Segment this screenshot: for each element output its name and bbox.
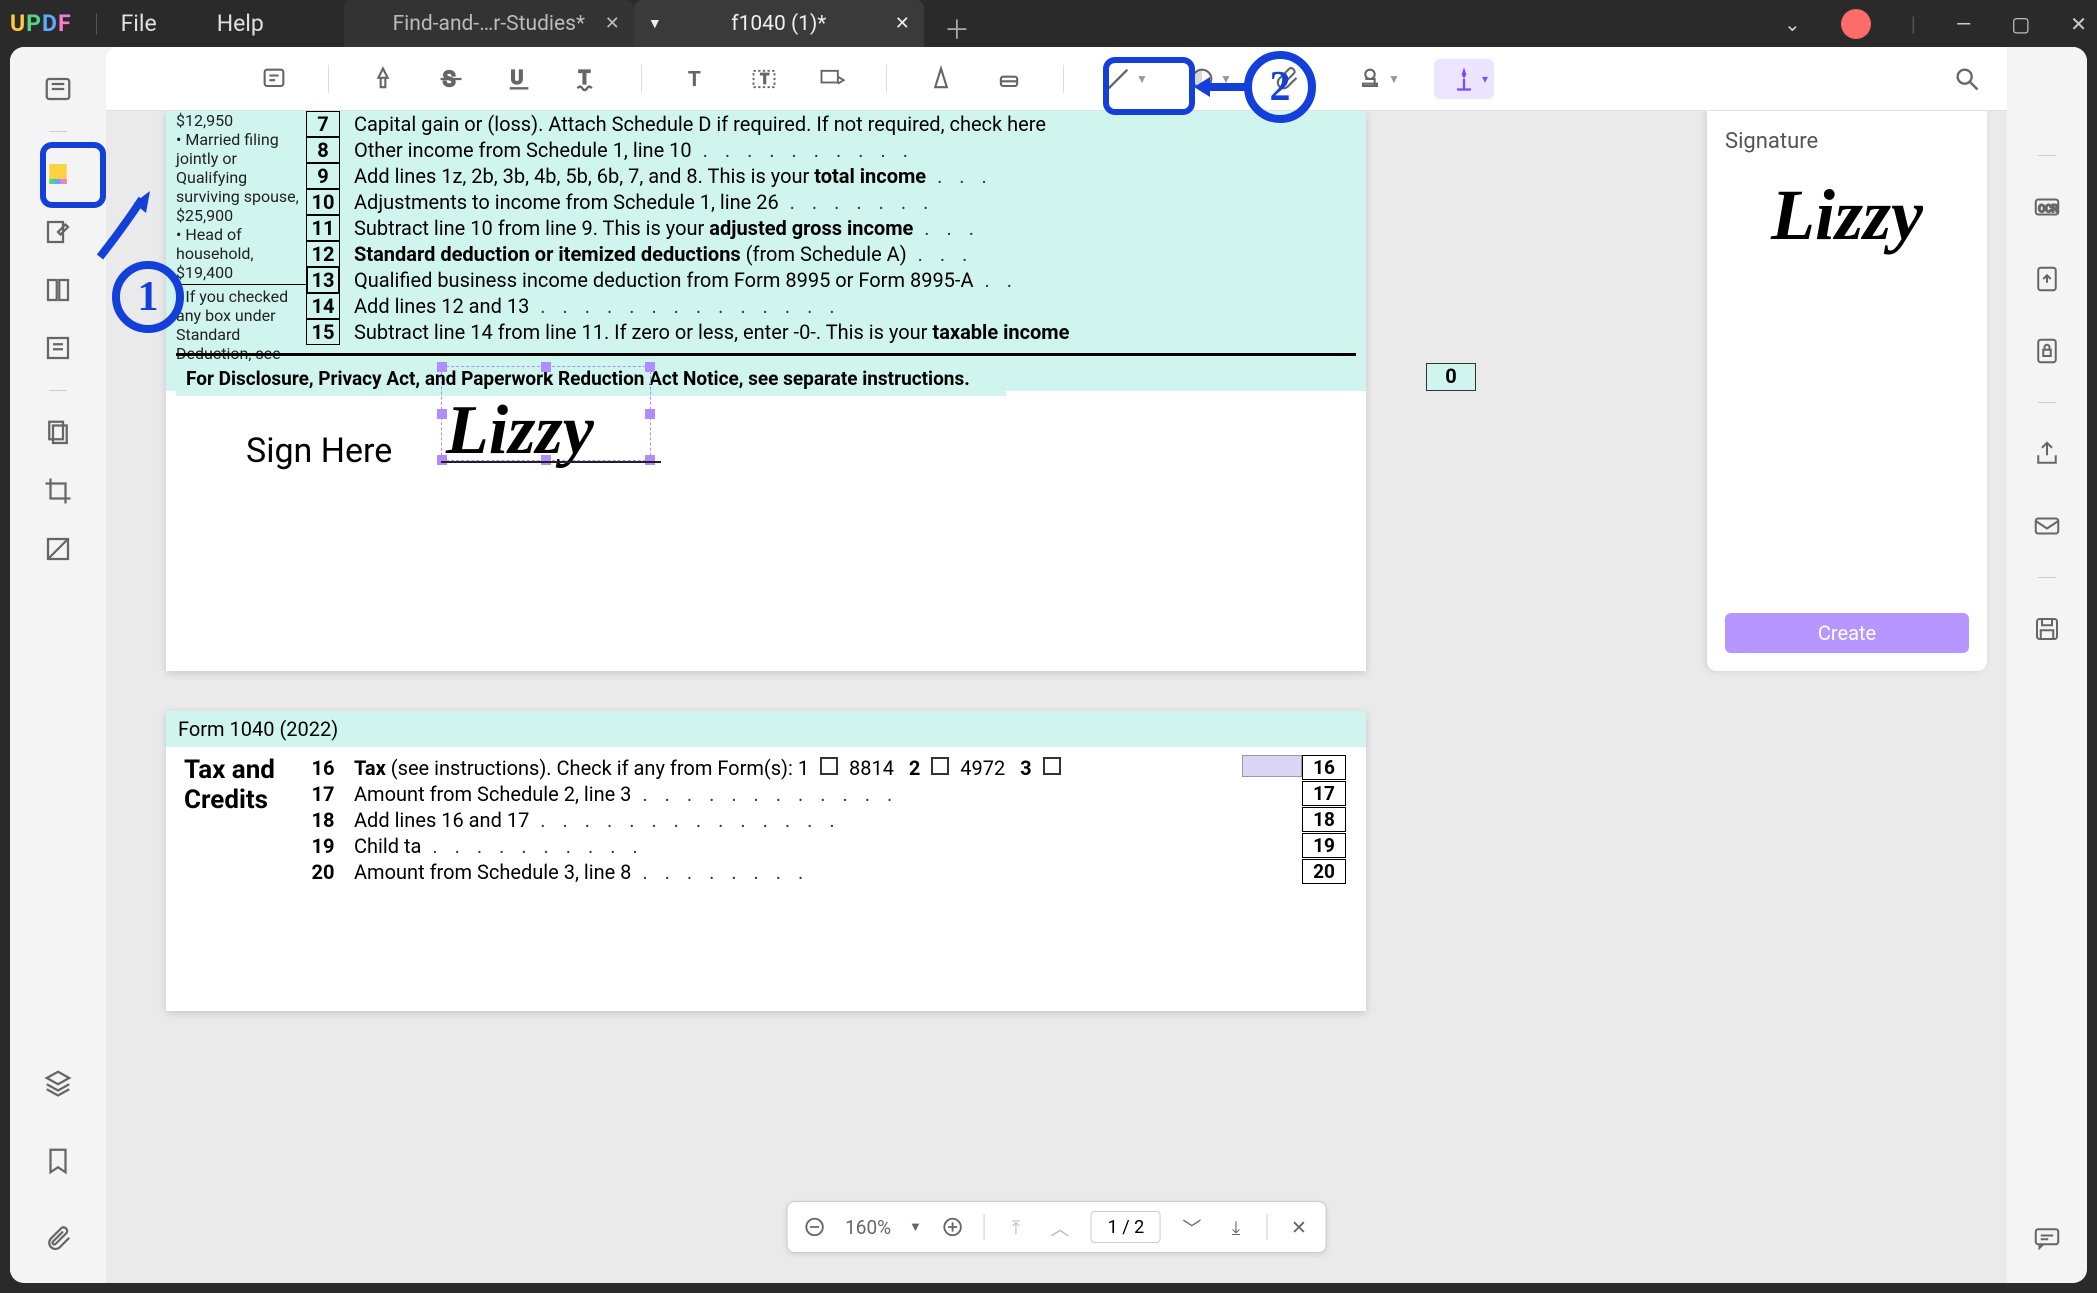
page-input[interactable]: [1091, 1211, 1161, 1243]
redact-tool-icon[interactable]: [34, 525, 82, 573]
close-icon[interactable]: ✕: [605, 13, 620, 34]
comment-toolbar: S U T T T ▼ ▼ ▼ ▼ ▾: [106, 47, 2007, 111]
reader-mode-icon[interactable]: [34, 65, 82, 113]
first-page-icon[interactable]: ⤒: [1003, 1214, 1029, 1240]
email-icon[interactable]: [2026, 505, 2068, 547]
placed-signature[interactable]: Lizzy: [446, 391, 594, 471]
tab-label: Find-and-…r-Studies*: [393, 12, 585, 36]
pdf-page-1: $12,950 • Married filing jointly or Qual…: [166, 111, 1366, 671]
chevron-down-icon[interactable]: ▼: [648, 15, 662, 32]
text-tool-icon[interactable]: T: [676, 59, 716, 99]
close-nav-icon[interactable]: ✕: [1286, 1214, 1312, 1240]
layers-icon[interactable]: [34, 1059, 82, 1107]
close-window-icon[interactable]: ✕: [2070, 12, 2087, 36]
protect-icon[interactable]: [2026, 330, 2068, 372]
section-title: Tax andCredits: [184, 755, 275, 815]
checkbox[interactable]: [931, 757, 949, 775]
chevron-down-icon[interactable]: ▼: [909, 1219, 922, 1235]
chevron-down-icon: ▾: [1482, 72, 1488, 86]
svg-text:T: T: [579, 66, 590, 88]
comment-tool-button[interactable]: [34, 150, 82, 198]
title-bar: UPDF File Help Find-and-…r-Studies* ✕ ▼ …: [0, 0, 2097, 47]
last-page-icon[interactable]: ⤓: [1223, 1214, 1249, 1240]
maximize-icon[interactable]: ▢: [2011, 12, 2030, 36]
signature-panel-title: Signature: [1725, 129, 1969, 154]
margin-notes: $12,950 • Married filing jointly or Qual…: [176, 111, 306, 382]
convert-icon[interactable]: [2026, 258, 2068, 300]
zoom-level[interactable]: 160%: [845, 1216, 891, 1239]
center-area: S U T T T ▼ ▼ ▼ ▼ ▾: [106, 47, 2007, 1283]
app-frame: S U T T T ▼ ▼ ▼ ▼ ▾: [10, 47, 2087, 1283]
underline-tool-icon[interactable]: U: [499, 59, 539, 99]
svg-text:T: T: [688, 68, 701, 92]
new-tab-button[interactable]: ＋: [944, 10, 970, 47]
checkbox[interactable]: [1043, 757, 1061, 775]
share-icon[interactable]: [2026, 433, 2068, 475]
avatar[interactable]: [1841, 9, 1871, 39]
form-lines: 7Capital gain or (loss). Attach Schedule…: [306, 111, 1069, 345]
create-signature-button[interactable]: Create: [1725, 613, 1969, 653]
sign-here-label: Sign Here: [246, 431, 392, 471]
highlight-tool-icon[interactable]: [363, 59, 403, 99]
sidebar-right: OCR: [2007, 47, 2087, 1283]
next-page-icon[interactable]: ﹀: [1179, 1214, 1205, 1240]
checkbox[interactable]: [820, 757, 838, 775]
svg-text:U: U: [511, 66, 523, 88]
attach-tool-icon[interactable]: ▼: [1266, 59, 1322, 99]
edit-tool-icon[interactable]: [34, 208, 82, 256]
zoom-in-button[interactable]: [940, 1214, 966, 1240]
chat-icon[interactable]: [2026, 1217, 2068, 1259]
form-header: Form 1040 (2022): [166, 711, 1366, 747]
page-navigation-bar: 160% ▼ ⤒ ︿ ﹀ ⤓ ✕: [786, 1201, 1327, 1253]
eraser-tool-icon[interactable]: [989, 59, 1029, 99]
form-tool-icon[interactable]: [34, 324, 82, 372]
shape-tool-icon[interactable]: ▼: [1182, 59, 1238, 99]
search-icon[interactable]: [1947, 59, 1987, 99]
bookmark-icon[interactable]: [34, 1137, 82, 1185]
sidebar-left: [10, 47, 106, 1283]
menu-file[interactable]: File: [121, 10, 157, 37]
attachment-icon[interactable]: [34, 1215, 82, 1263]
tab-f1040[interactable]: ▼ f1040 (1)* ✕: [634, 0, 924, 47]
svg-text:OCR: OCR: [2038, 204, 2058, 215]
close-icon[interactable]: ✕: [895, 13, 910, 34]
tab-find-and-replace[interactable]: Find-and-…r-Studies* ✕: [344, 0, 634, 47]
pdf-page-2: Form 1040 (2022) Tax andCredits 16Tax (s…: [166, 711, 1366, 1011]
strikethrough-tool-icon[interactable]: S: [431, 59, 471, 99]
textbox-tool-icon[interactable]: T: [744, 59, 784, 99]
signature-preview[interactable]: Lizzy: [1725, 174, 1969, 257]
crop-tool-icon[interactable]: [34, 467, 82, 515]
pages-panel-icon[interactable]: [34, 409, 82, 457]
callout-tool-icon[interactable]: [812, 59, 852, 99]
tab-label: f1040 (1)*: [731, 12, 826, 36]
pencil-tool-icon[interactable]: [921, 59, 961, 99]
signature-panel: Signature Lizzy Create: [1707, 111, 1987, 671]
form-field[interactable]: [1242, 755, 1302, 777]
document-area[interactable]: $12,950 • Married filing jointly or Qual…: [106, 111, 2007, 1283]
svg-text:T: T: [761, 71, 770, 87]
stamp-tool-icon[interactable]: ▼: [1350, 59, 1406, 99]
ocr-icon[interactable]: OCR: [2026, 186, 2068, 228]
prev-page-icon[interactable]: ︿: [1047, 1214, 1073, 1240]
squiggly-tool-icon[interactable]: T: [567, 59, 607, 99]
minimize-icon[interactable]: —: [1956, 12, 1972, 36]
signature-tool-button[interactable]: ▾: [1434, 59, 1494, 99]
organize-pages-icon[interactable]: [34, 266, 82, 314]
zoom-out-button[interactable]: [801, 1214, 827, 1240]
note-tool-icon[interactable]: [254, 59, 294, 99]
app-logo: UPDF: [10, 10, 72, 37]
save-icon[interactable]: [2026, 608, 2068, 650]
menu-help[interactable]: Help: [217, 10, 264, 37]
line-tool-icon[interactable]: ▼: [1098, 59, 1154, 99]
chevron-down-icon[interactable]: ⌄: [1784, 12, 1801, 36]
